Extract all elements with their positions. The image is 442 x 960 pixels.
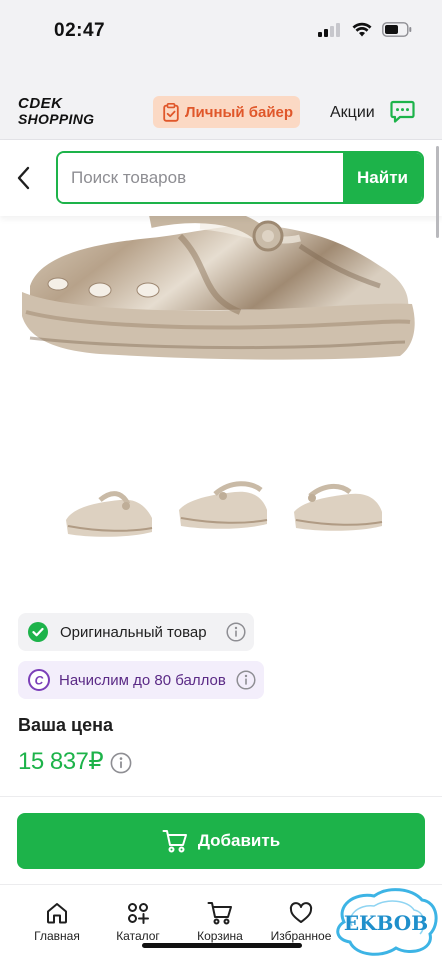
product-thumbnails <box>60 476 386 548</box>
search-button[interactable]: Найти <box>343 153 422 202</box>
ekbob-watermark-logo: EKBOB <box>336 888 438 956</box>
heart-icon <box>289 902 313 923</box>
original-product-badge: Оригинальный товар <box>18 613 254 651</box>
thumbnail-2[interactable] <box>175 476 271 548</box>
home-indicator <box>142 943 302 948</box>
divider <box>0 796 442 797</box>
price-label: Ваша цена <box>18 715 113 735</box>
status-time: 02:47 <box>54 20 106 41</box>
thumbnail-1[interactable] <box>60 476 156 548</box>
home-icon <box>47 903 67 924</box>
product-image[interactable] <box>0 216 442 396</box>
back-chevron-icon[interactable] <box>12 164 36 192</box>
add-to-cart-label: Добавить <box>197 831 281 850</box>
catalog-icon <box>128 903 149 924</box>
clipboard-check-icon <box>163 102 179 122</box>
nav-home[interactable]: Главная <box>15 901 99 943</box>
nav-cart-label: Корзина <box>197 929 243 943</box>
price-info-icon[interactable] <box>110 752 132 774</box>
personal-buyer-label: Личный байер <box>185 103 294 121</box>
thumbnail-3[interactable] <box>290 476 386 548</box>
points-coin-icon: C <box>28 669 50 691</box>
battery-icon <box>382 22 412 37</box>
cellular-signal-icon <box>318 22 340 37</box>
clog-shoe-illustration <box>22 216 415 360</box>
chat-icon[interactable] <box>390 100 415 124</box>
bonus-points-badge: C Начислим до 80 баллов <box>18 661 264 699</box>
promotions-link[interactable]: Акции <box>330 104 375 122</box>
check-circle-icon <box>28 622 48 642</box>
nav-home-label: Главная <box>34 929 80 943</box>
status-bar: 02:47 <box>0 0 442 84</box>
nav-favorites-label: Избранное <box>270 929 332 943</box>
points-coin-symbol: C <box>35 674 44 688</box>
cart-icon <box>162 830 187 853</box>
cdek-shopping-logo[interactable]: CDEK SHOPPING <box>18 96 94 126</box>
scrollbar[interactable] <box>436 146 439 238</box>
logo-top-text: CDEK <box>18 95 63 112</box>
nav-cart[interactable]: Корзина <box>178 901 262 943</box>
info-icon[interactable] <box>236 670 256 690</box>
original-product-label: Оригинальный товар <box>60 623 207 641</box>
cart-icon <box>207 902 232 925</box>
search-input[interactable] <box>58 153 343 202</box>
logo-bottom-text: SHOPPING <box>18 111 95 127</box>
app-header: CDEK SHOPPING Личный байер Акции <box>0 84 442 140</box>
wifi-icon <box>352 22 372 37</box>
bonus-points-label: Начислим до 80 баллов <box>59 671 226 689</box>
nav-catalog[interactable]: Каталог <box>96 901 180 943</box>
add-to-cart-button[interactable]: Добавить <box>17 813 425 869</box>
search-row: Найти <box>0 140 442 216</box>
price-value: 15 837₽ <box>18 748 104 775</box>
nav-catalog-label: Каталог <box>116 929 160 943</box>
status-icons <box>318 22 412 37</box>
search-box: Найти <box>56 151 424 204</box>
info-icon[interactable] <box>226 622 246 642</box>
personal-buyer-button[interactable]: Личный байер <box>153 96 300 128</box>
watermark-text: EKBOB <box>344 911 428 935</box>
